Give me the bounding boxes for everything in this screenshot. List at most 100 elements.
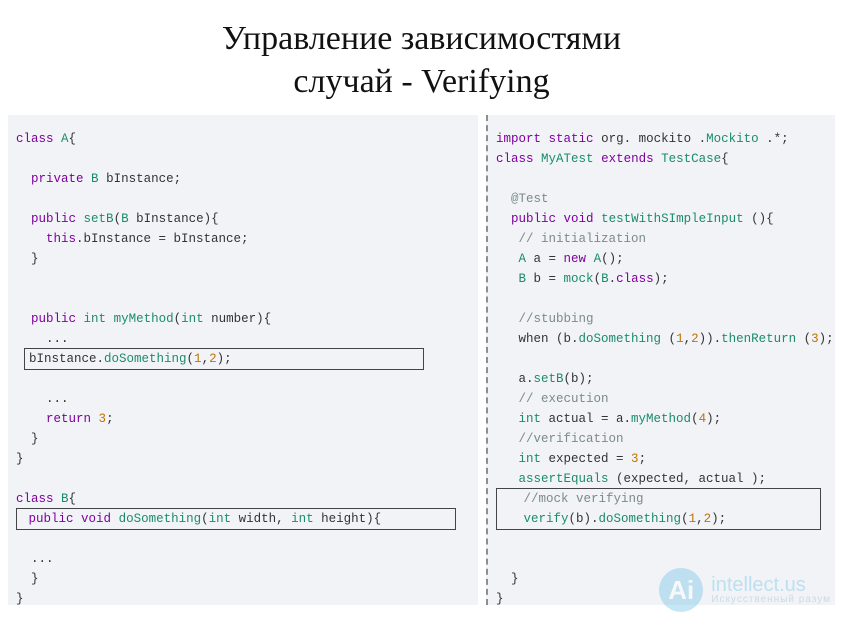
t: (: [187, 352, 195, 366]
t: B: [91, 172, 99, 186]
t: bInstance.: [29, 352, 104, 366]
t: (: [691, 412, 699, 426]
t: }: [31, 252, 39, 266]
t: (){: [744, 212, 774, 226]
t: [534, 152, 542, 166]
t: (: [594, 272, 602, 286]
t: class: [616, 272, 654, 286]
t: a =: [526, 252, 564, 266]
code-columns: class A{ private B bInstance; public set…: [0, 103, 843, 605]
t: extends: [601, 152, 654, 166]
t: ();: [601, 252, 624, 266]
t: (b);: [564, 372, 594, 386]
t: int: [291, 512, 314, 526]
t: myMethod: [631, 412, 691, 426]
t: B: [121, 212, 129, 226]
t: }: [31, 572, 39, 586]
t: doSomething: [104, 352, 187, 366]
title-line-2: случай - Verifying: [293, 63, 549, 100]
t: public: [511, 212, 556, 226]
t: [556, 212, 564, 226]
t: (expected, actual );: [609, 472, 767, 486]
t: when (b.: [519, 332, 579, 346]
t: 4: [699, 412, 707, 426]
t: void: [564, 212, 594, 226]
t: expected =: [541, 452, 631, 466]
t: [84, 172, 92, 186]
t: 1: [689, 512, 697, 526]
t: 1: [194, 352, 202, 366]
t: [54, 492, 62, 506]
t: B: [61, 492, 69, 506]
t: .*;: [759, 132, 789, 146]
t: [594, 212, 602, 226]
t: @Test: [511, 192, 549, 206]
t: [106, 312, 114, 326]
t: A: [594, 252, 602, 266]
t: setB: [84, 212, 114, 226]
t: number){: [204, 312, 272, 326]
t: public: [31, 212, 76, 226]
t: b =: [526, 272, 564, 286]
t: TestCase: [661, 152, 721, 166]
t: (: [661, 332, 676, 346]
t: //stubbing: [519, 312, 594, 326]
t: //verification: [519, 432, 624, 446]
t: );: [819, 332, 834, 346]
t: B: [601, 272, 609, 286]
t: );: [706, 412, 721, 426]
t: )).: [699, 332, 722, 346]
t: width,: [231, 512, 291, 526]
t: [76, 312, 84, 326]
t: );: [217, 352, 232, 366]
t: mock: [564, 272, 594, 286]
t: doSomething: [579, 332, 662, 346]
t: ...: [31, 552, 54, 566]
page-title: Управление зависимостями случай - Verify…: [0, 0, 843, 103]
t: );: [654, 272, 669, 286]
t: int: [519, 452, 542, 466]
t: static: [549, 132, 594, 146]
t: org. mockito .: [601, 132, 706, 146]
t: int: [519, 412, 542, 426]
t: thenReturn: [721, 332, 796, 346]
t: 2: [704, 512, 712, 526]
t: 3: [99, 412, 107, 426]
t: }: [16, 452, 24, 466]
t: actual = a.: [541, 412, 631, 426]
t: A: [61, 132, 69, 146]
t: {: [69, 132, 77, 146]
t: class: [496, 152, 534, 166]
t: import: [496, 132, 541, 146]
t: [111, 512, 119, 526]
t: MyATest: [541, 152, 594, 166]
t: assertEquals: [519, 472, 609, 486]
t: this: [46, 232, 76, 246]
t: {: [69, 492, 77, 506]
t: [91, 412, 99, 426]
t: public: [29, 512, 74, 526]
highlight-box-verify: //mock verifying verify(b).doSomething(1…: [496, 488, 821, 530]
t: private: [31, 172, 84, 186]
t: // execution: [519, 392, 609, 406]
t: verify: [524, 512, 569, 526]
t: ;: [639, 452, 647, 466]
t: 3: [811, 332, 819, 346]
t: }: [31, 432, 39, 446]
t: int: [84, 312, 107, 326]
t: (: [796, 332, 811, 346]
t: [654, 152, 662, 166]
t: class: [16, 132, 54, 146]
t: }: [16, 592, 24, 605]
t: (: [114, 212, 122, 226]
t: a.: [519, 372, 534, 386]
t: [586, 252, 594, 266]
t: 1: [676, 332, 684, 346]
t: (: [201, 512, 209, 526]
t: B: [519, 272, 527, 286]
t: class: [16, 492, 54, 506]
t: ,: [684, 332, 692, 346]
t: doSomething: [599, 512, 682, 526]
left-code-pane: class A{ private B bInstance; public set…: [8, 115, 478, 605]
t: }: [511, 572, 519, 586]
